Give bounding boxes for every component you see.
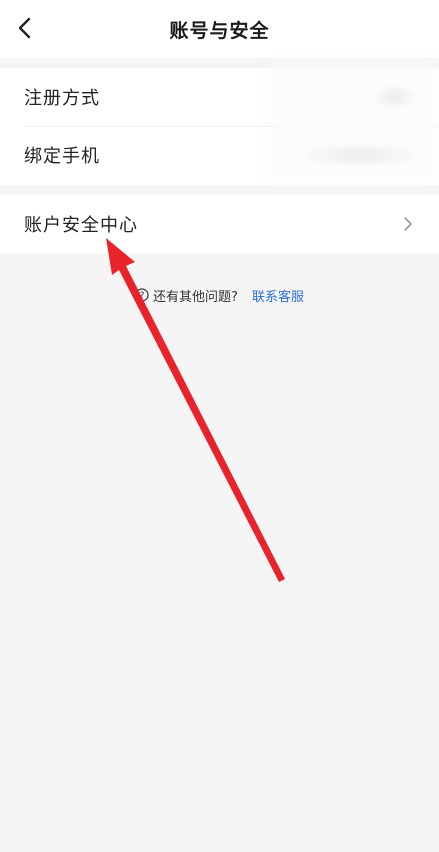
settings-group-security: 账户安全中心 — [0, 195, 439, 253]
registration-method-label: 注册方式 — [24, 88, 100, 109]
account-security-center-label: 账户安全中心 — [24, 215, 138, 236]
bound-phone-label: 绑定手机 — [24, 146, 100, 167]
chevron-right-icon — [401, 214, 415, 234]
contact-support-link[interactable]: 联系客服 — [252, 286, 304, 305]
account-security-center-row[interactable]: 账户安全中心 — [0, 195, 439, 253]
back-button[interactable] — [10, 10, 40, 46]
svg-text:?: ? — [140, 291, 145, 301]
help-question-text: 还有其他问题? — [153, 289, 238, 305]
account-security-screen: 账号与安全 注册方式 绑定手机 账户安全中心 ? 还有其他问题? 联系客服 — [0, 0, 439, 852]
help-line: ? 还有其他问题? 联系客服 — [0, 284, 439, 306]
chevron-left-icon — [18, 17, 31, 39]
redaction-overlay — [268, 62, 439, 182]
top-navigation-bar: 账号与安全 — [0, 0, 439, 58]
help-circle-icon: ? — [135, 288, 149, 302]
page-title: 账号与安全 — [169, 19, 270, 42]
